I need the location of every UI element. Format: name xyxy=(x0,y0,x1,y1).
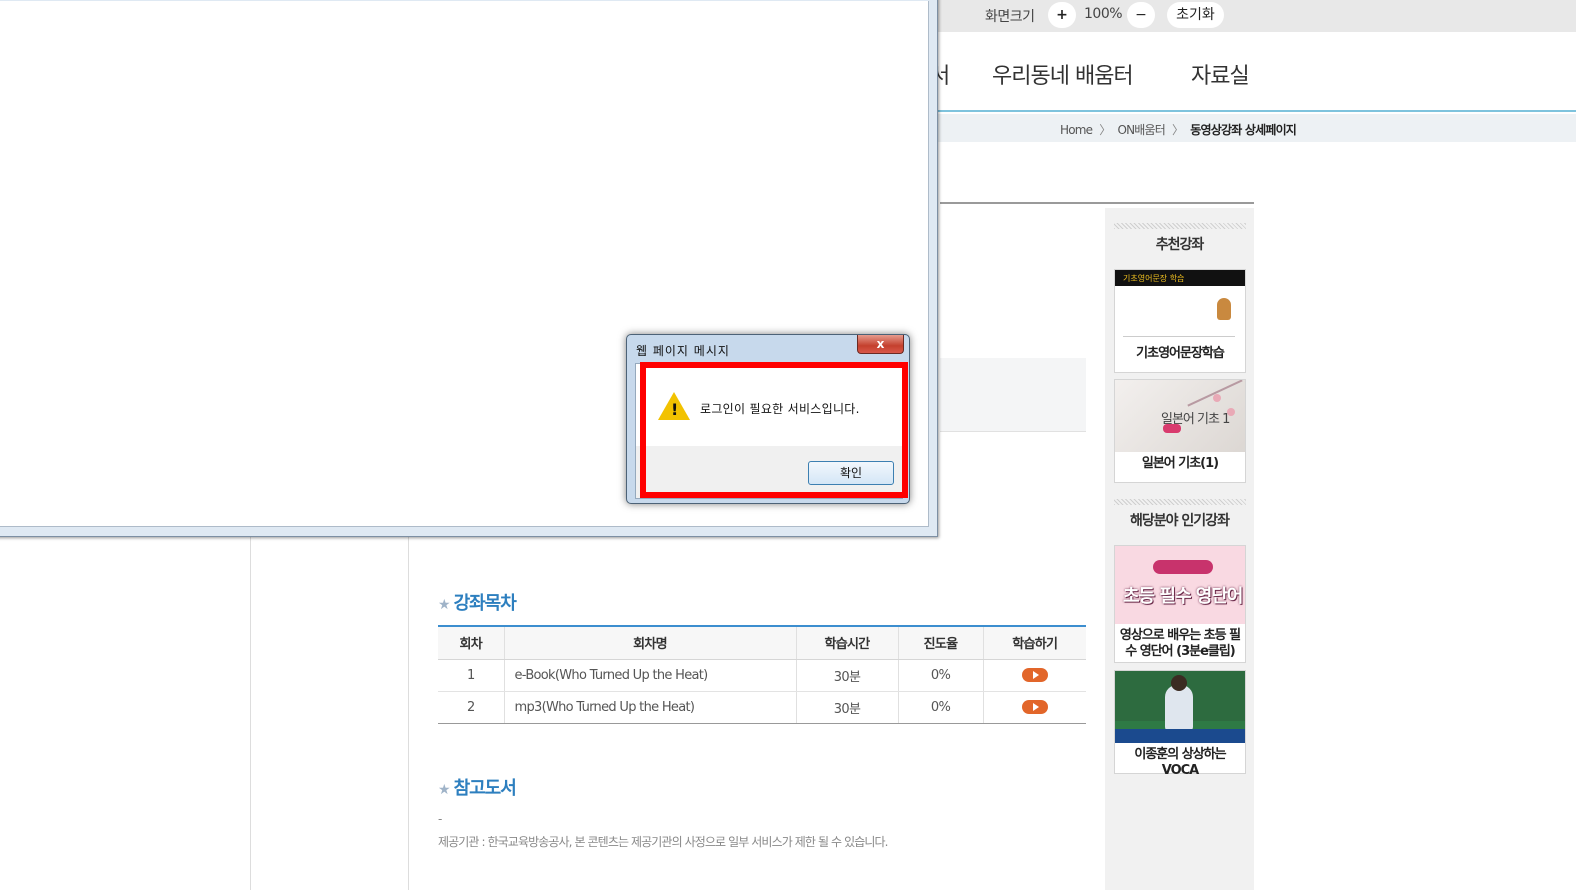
zoom-out-button[interactable]: − xyxy=(1127,2,1155,28)
table-header-row: 회차 회차명 학습시간 진도율 학습하기 xyxy=(438,625,1086,660)
nav-item-local-learning[interactable]: 우리동네 배움터 xyxy=(992,58,1134,90)
popular-heading: 해당분야 인기강좌 xyxy=(1130,513,1230,529)
recommended-course-card[interactable]: 일본어 기초 1 일본어 기초(1) xyxy=(1114,379,1246,483)
sidebar-divider xyxy=(1114,499,1246,505)
breadcrumb-separator: 〉 xyxy=(1172,123,1184,137)
sidebar-divider xyxy=(1114,223,1246,229)
star-icon: ★ xyxy=(438,597,451,613)
dialog-content: ! 로그인이 필요한 서비스입니다. 확인 xyxy=(635,363,903,499)
play-button-icon[interactable] xyxy=(1021,700,1048,714)
breadcrumb-current: 동영상강좌 상세페이지 xyxy=(1190,123,1297,137)
cell-study xyxy=(983,659,1086,692)
table-row: 2 mp3(Who Turned Up the Heat) 30분 0% xyxy=(438,691,1086,724)
breadcrumb-level1[interactable]: ON배움터 xyxy=(1117,123,1165,137)
star-icon: ★ xyxy=(438,782,451,798)
popular-course-card[interactable]: 이종훈의 상상하는 VOCA xyxy=(1114,670,1246,778)
thumbnail-text: 기초영어문장 학습 xyxy=(1123,274,1185,283)
warning-exclamation-icon: ! xyxy=(671,400,679,419)
course-title[interactable]: 영상으로 배우는 초등 필수 영단어 (3분e클립) xyxy=(1115,624,1245,664)
toc-table: 회차 회차명 학습시간 진도율 학습하기 1 e-Book(Who Turned… xyxy=(438,625,1086,724)
cell-progress: 0% xyxy=(898,659,984,692)
cell-study-time: 30분 xyxy=(796,659,899,692)
recommended-course-card[interactable]: 기초영어문장 학습 기초영어문장학습 xyxy=(1114,269,1246,373)
desk-illustration xyxy=(1115,729,1245,743)
dialog-message-area: ! 로그인이 필요한 서비스입니다. xyxy=(636,364,902,446)
cell-study xyxy=(983,691,1086,724)
course-thumbnail[interactable] xyxy=(1115,671,1245,743)
zoom-reset-button[interactable]: 초기화 xyxy=(1167,2,1224,28)
popular-course-card[interactable]: 초등 필수 영단어 영상으로 배우는 초등 필수 영단어 (3분e클립) xyxy=(1114,545,1246,663)
column-header: 진도율 xyxy=(898,625,984,660)
dialog-title: 웹 페이지 메시지 xyxy=(636,344,730,358)
breadcrumb-home[interactable]: Home xyxy=(1060,123,1093,137)
provider-note: 제공기관 : 한국교육방송공사, 본 콘텐츠는 제공기관의 사정으로 일부 서비… xyxy=(438,835,888,849)
reference-title-text: 참고도서 xyxy=(453,778,517,799)
column-divider-left xyxy=(250,536,251,890)
course-info-block xyxy=(940,358,1086,432)
breadcrumb-separator: 〉 xyxy=(1099,123,1111,137)
thumbnail-text: 초등 필수 영단어 xyxy=(1123,586,1243,607)
toc-title-text: 강좌목차 xyxy=(453,593,517,614)
cell-progress: 0% xyxy=(898,691,984,724)
column-header: 회차명 xyxy=(504,625,797,660)
thumbnail-ribbon xyxy=(1153,560,1213,574)
character-illustration xyxy=(1217,298,1231,320)
course-title[interactable]: 일본어 기초(1) xyxy=(1115,452,1245,476)
zoom-in-button[interactable]: + xyxy=(1048,2,1076,28)
dialog-message: 로그인이 필요한 서비스입니다. xyxy=(700,402,860,416)
recommended-heading: 추천강좌 xyxy=(1155,237,1205,253)
alert-dialog: 웹 페이지 메시지 x ! 로그인이 필요한 서비스입니다. 확인 xyxy=(626,334,910,504)
cell-episode-no: 1 xyxy=(438,659,505,692)
zoom-value: 100% xyxy=(1084,6,1123,22)
cell-episode-no: 2 xyxy=(438,691,505,724)
thumbnail-badge xyxy=(1163,424,1181,433)
play-button-icon[interactable] xyxy=(1021,668,1048,682)
instructor-photo xyxy=(1165,685,1193,731)
breadcrumb: Home 〉 ON배움터 〉 동영상강좌 상세페이지 xyxy=(1060,121,1297,138)
cell-episode-name: e-Book(Who Turned Up the Heat) xyxy=(504,659,797,692)
content-divider xyxy=(940,202,1254,204)
column-divider-mid xyxy=(408,536,409,890)
zoom-label: 화면크기 xyxy=(985,9,1035,25)
toc-section-title: ★ 강좌목차 xyxy=(438,589,517,615)
course-title[interactable]: 이종훈의 상상하는 VOCA xyxy=(1115,743,1245,783)
instructor-head xyxy=(1171,675,1187,691)
nav-item-archive[interactable]: 자료실 xyxy=(1191,58,1250,90)
reference-value: - xyxy=(438,812,443,826)
column-header: 학습하기 xyxy=(983,625,1086,660)
table-row: 1 e-Book(Who Turned Up the Heat) 30분 0% xyxy=(438,659,1086,692)
reference-section-title: ★ 참고도서 xyxy=(438,774,517,800)
course-thumbnail[interactable]: 기초영어문장 학습 xyxy=(1115,270,1245,342)
column-header: 회차 xyxy=(438,625,505,660)
cell-study-time: 30분 xyxy=(796,691,899,724)
course-thumbnail[interactable]: 일본어 기초 1 xyxy=(1115,380,1245,452)
course-title[interactable]: 기초영어문장학습 xyxy=(1115,342,1245,366)
blossom-illustration xyxy=(1213,394,1221,402)
column-header: 학습시간 xyxy=(796,625,899,660)
ok-button[interactable]: 확인 xyxy=(808,461,894,485)
close-button[interactable]: x xyxy=(857,335,904,354)
cell-episode-name: mp3(Who Turned Up the Heat) xyxy=(504,691,797,724)
course-thumbnail[interactable]: 초등 필수 영단어 xyxy=(1115,546,1245,624)
thumbnail-line xyxy=(1123,336,1235,337)
